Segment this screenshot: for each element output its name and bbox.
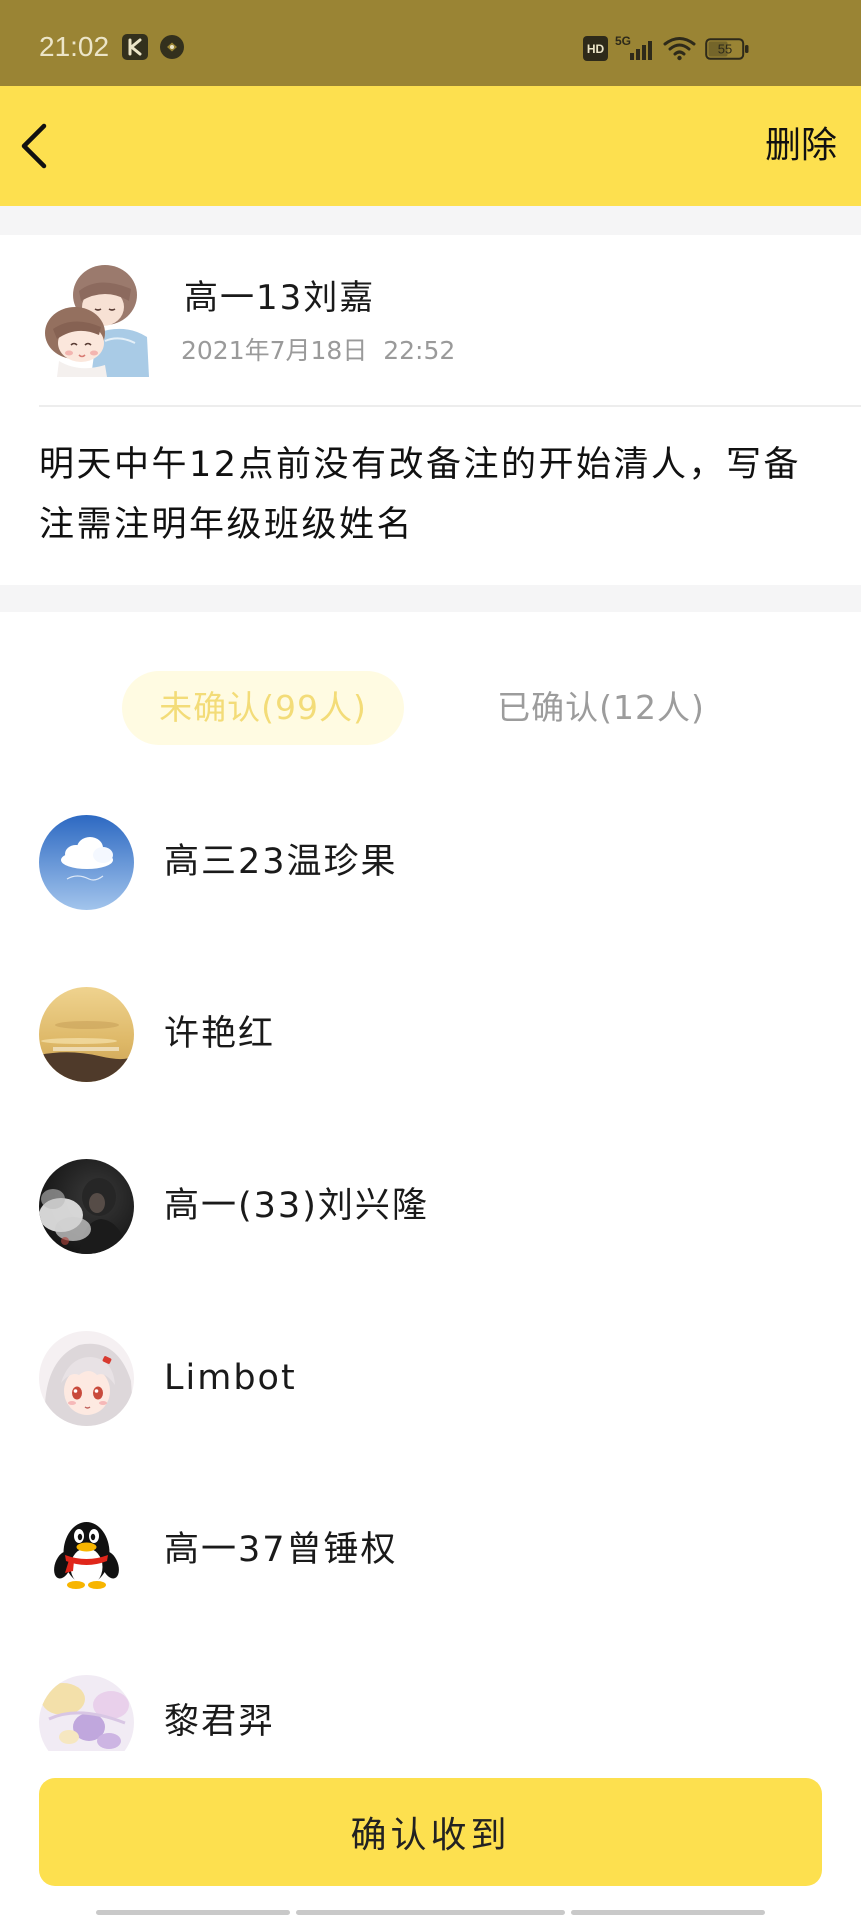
list-item[interactable]: 高一37曾锤权 <box>0 1464 861 1636</box>
member-name: Limbot <box>164 1358 297 1398</box>
chevron-left-icon <box>21 123 47 169</box>
gesture-bar[interactable] <box>96 1910 290 1915</box>
member-name: 许艳红 <box>164 1014 276 1054</box>
member-name: 高一(33)刘兴隆 <box>164 1186 429 1226</box>
list-item[interactable]: 许艳红 <box>0 948 861 1120</box>
pastel-art-avatar <box>39 1675 134 1751</box>
member-name: 高三23温珍果 <box>164 842 398 882</box>
app-bar: 删除 <box>0 86 861 206</box>
network-label: 5G <box>615 34 631 48</box>
tab-unconfirmed[interactable]: 未确认(99人) <box>122 671 404 745</box>
divider <box>39 405 861 407</box>
member-name: 黎君羿 <box>164 1702 276 1742</box>
back-button[interactable] <box>14 116 60 176</box>
list-item[interactable]: 黎君羿 <box>0 1636 861 1751</box>
list-item[interactable]: 高一(33)刘兴隆 <box>0 1120 861 1292</box>
list-item[interactable]: Limbot <box>0 1292 861 1464</box>
hd-label: HD <box>587 42 605 56</box>
post-datetime: 2021年7月18日 22:52 <box>181 336 456 365</box>
couple-illustration-avatar[interactable] <box>39 261 149 377</box>
signal-icon: 5G <box>615 34 652 60</box>
k-app-icon <box>122 34 148 60</box>
section-gap <box>0 585 861 612</box>
battery-icon: 55 <box>705 38 749 60</box>
section-gap <box>0 206 861 235</box>
sky-cloud-avatar <box>39 815 134 910</box>
smoke-portrait-avatar <box>39 1159 134 1254</box>
delete-button[interactable]: 删除 <box>765 125 837 167</box>
battery-level: 55 <box>718 42 732 57</box>
post-card: 高一13刘嘉 2021年7月18日 22:52 明天中午12点前没有改备注的开始… <box>0 235 861 585</box>
member-name: 高一37曾锤权 <box>164 1530 398 1570</box>
post-author: 高一13刘嘉 <box>184 278 376 318</box>
post-content: 明天中午12点前没有改备注的开始清人，写备注需注明年级班级姓名 <box>39 445 802 545</box>
anime-girl-avatar <box>39 1331 134 1426</box>
status-bar: 21:02 HD 5G 55 <box>0 0 861 86</box>
wifi-icon <box>663 37 696 61</box>
qq-penguin-avatar <box>39 1503 134 1598</box>
gesture-bar[interactable] <box>296 1910 565 1915</box>
desert-avatar <box>39 987 134 1082</box>
status-time: 21:02 <box>39 31 110 62</box>
list-item[interactable]: 高三23温珍果 <box>0 776 861 948</box>
gesture-bar[interactable] <box>571 1910 765 1915</box>
circle-app-icon <box>160 35 184 59</box>
member-list[interactable]: 高三23温珍果 许艳红 高一(33)刘兴隆 Limbot 高一37曾锤权 黎君羿 <box>0 776 861 1751</box>
confirm-received-button[interactable]: 确认收到 <box>39 1778 822 1886</box>
tab-confirmed[interactable]: 已确认(12人) <box>470 671 732 745</box>
hd-icon: HD <box>583 36 608 61</box>
